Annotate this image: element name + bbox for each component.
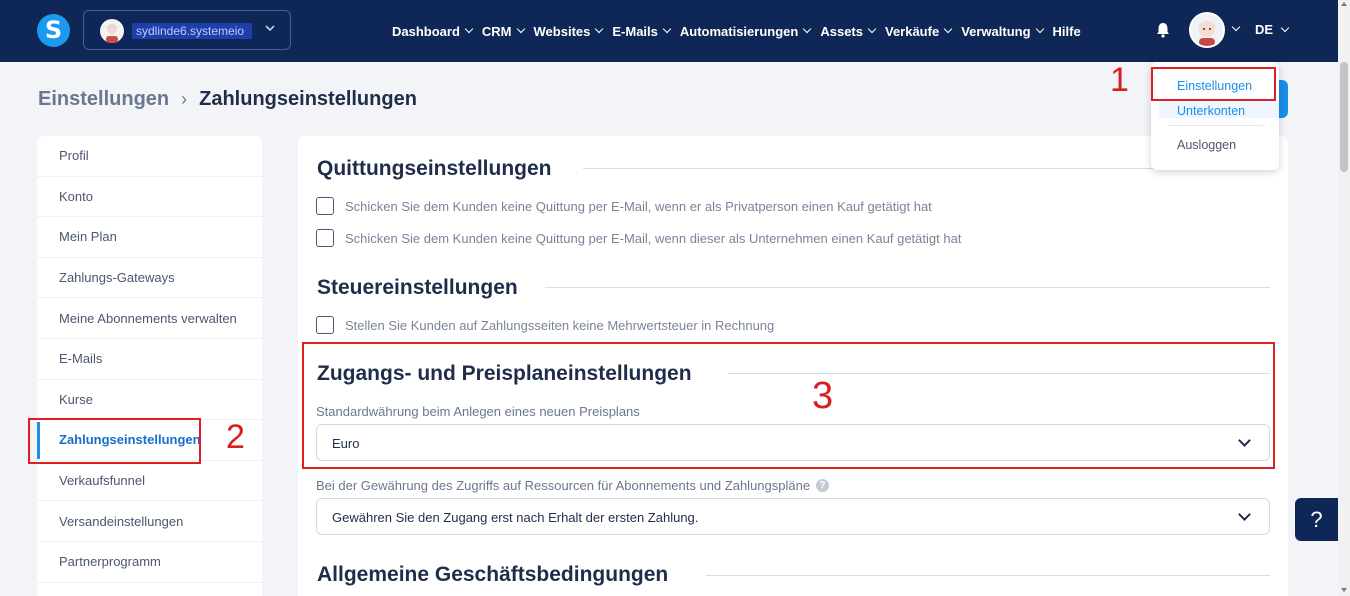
sidebar-item-profile[interactable]: Profil bbox=[37, 136, 262, 177]
tax-option-no-vat[interactable]: Stellen Sie Kunden auf Zahlungsseiten ke… bbox=[316, 316, 774, 334]
nav-label: CRM bbox=[481, 23, 512, 39]
checkbox-label: Stellen Sie Kunden auf Zahlungsseiten ke… bbox=[345, 317, 775, 333]
page-scrollbar[interactable] bbox=[1338, 0, 1350, 596]
sidebar-item-courses[interactable]: Kurse bbox=[37, 380, 262, 421]
checkbox-label: Schicken Sie dem Kunden keine Quittung p… bbox=[345, 198, 932, 214]
menu-item-logout[interactable]: Ausloggen bbox=[1177, 138, 1236, 152]
access-label: Bei der Gewährung des Zugriffs auf Resso… bbox=[316, 478, 830, 493]
account-name: sydlinde6.systemeio bbox=[132, 23, 252, 39]
sidebar-item-label: Profil bbox=[59, 148, 89, 164]
nav-administration[interactable]: Verwaltung bbox=[961, 23, 1044, 39]
annotation-number-3: 3 bbox=[812, 375, 834, 417]
chevron-down-icon bbox=[595, 24, 604, 34]
annotation-number-2: 2 bbox=[226, 418, 245, 456]
account-avatar-icon bbox=[100, 19, 124, 43]
nav-label: Websites bbox=[533, 23, 591, 39]
systeme-logo[interactable]: S bbox=[37, 14, 70, 47]
terms-section-title: Allgemeine Geschäftsbedingungen bbox=[317, 563, 669, 586]
access-value: Gewähren Sie den Zugang erst nach Erhalt… bbox=[332, 510, 699, 525]
breadcrumb: Einstellungen › Zahlungseinstellungen bbox=[38, 88, 417, 111]
annotation-box-1 bbox=[1151, 67, 1276, 101]
sidebar-item-affiliate[interactable]: Partnerprogramm bbox=[37, 542, 262, 583]
chevron-down-icon bbox=[264, 21, 276, 37]
nav-label: Verkäufe bbox=[884, 23, 940, 39]
receipt-option-business[interactable]: Schicken Sie dem Kunden keine Quittung p… bbox=[316, 229, 961, 247]
sidebar-item-payment-gateways[interactable]: Zahlungs-Gateways bbox=[37, 258, 262, 299]
nav-label: Automatisierungen bbox=[679, 23, 799, 39]
sidebar-item-label: Konto bbox=[59, 188, 93, 204]
nav-websites[interactable]: Websites bbox=[533, 23, 604, 39]
sidebar-item-plan[interactable]: Mein Plan bbox=[37, 217, 262, 258]
nav-dashboard[interactable]: Dashboard bbox=[392, 23, 474, 39]
scroll-up-icon[interactable] bbox=[1341, 2, 1347, 6]
checkbox[interactable] bbox=[316, 229, 334, 247]
sidebar-item-label: Kurse bbox=[59, 391, 93, 407]
chevron-down-icon[interactable] bbox=[1231, 22, 1241, 32]
breadcrumb-parent[interactable]: Einstellungen bbox=[38, 88, 169, 111]
sidebar-item-label: Verkaufsfunnel bbox=[59, 473, 146, 489]
scrollbar-thumb[interactable] bbox=[1340, 62, 1348, 172]
chevron-down-icon bbox=[1280, 23, 1290, 32]
nav-sales[interactable]: Verkäufe bbox=[884, 23, 953, 39]
scroll-down-icon[interactable] bbox=[1341, 588, 1347, 592]
account-switcher[interactable]: sydlinde6.systemeio bbox=[83, 10, 291, 50]
menu-divider bbox=[1168, 125, 1263, 126]
chevron-down-icon bbox=[516, 24, 525, 34]
user-avatar[interactable] bbox=[1189, 12, 1225, 48]
nav-label: Dashboard bbox=[392, 23, 460, 39]
nav-assets[interactable]: Assets bbox=[820, 23, 877, 39]
access-select[interactable]: Gewähren Sie den Zugang erst nach Erhalt… bbox=[316, 498, 1270, 535]
checkbox[interactable] bbox=[316, 197, 334, 215]
sidebar-item-label: Versandeinstellungen bbox=[59, 513, 184, 529]
tax-section-title: Steuereinstellungen bbox=[317, 276, 518, 299]
section-divider bbox=[545, 287, 1270, 288]
checkbox[interactable] bbox=[316, 316, 334, 334]
sidebar-item-account[interactable]: Konto bbox=[37, 177, 262, 218]
nav-automations[interactable]: Automatisierungen bbox=[679, 23, 812, 39]
menu-item-subaccounts[interactable]: Unterkonten bbox=[1177, 104, 1245, 118]
sidebar-item-label: Meine Abonnements verwalten bbox=[59, 310, 237, 326]
receipt-option-private[interactable]: Schicken Sie dem Kunden keine Quittung p… bbox=[316, 197, 932, 215]
main-nav: Dashboard CRM Websites E-Mails Automatis… bbox=[392, 20, 1091, 42]
help-icon[interactable]: ? bbox=[816, 479, 830, 492]
nav-label: Assets bbox=[820, 23, 863, 39]
sidebar-item-label: Zahlungs-Gateways bbox=[59, 270, 175, 286]
chevron-down-icon bbox=[1238, 508, 1251, 521]
sidebar-item-label: E-Mails bbox=[59, 351, 103, 367]
sidebar-item-funnels[interactable]: Verkaufsfunnel bbox=[37, 461, 262, 502]
language-selector[interactable]: DE bbox=[1255, 22, 1290, 37]
top-navigation-bar: S sydlinde6.systemeio Dashboard CRM Webs… bbox=[0, 0, 1338, 62]
annotation-number-1: 1 bbox=[1110, 61, 1129, 99]
sidebar-item-emails[interactable]: E-Mails bbox=[37, 339, 262, 380]
chevron-down-icon bbox=[464, 24, 474, 34]
chevron-right-icon: › bbox=[181, 89, 188, 109]
sidebar-item-shipping[interactable]: Versandeinstellungen bbox=[37, 501, 262, 542]
checkbox-label: Schicken Sie dem Kunden keine Quittung p… bbox=[345, 230, 962, 246]
annotation-box-2 bbox=[28, 418, 201, 464]
nav-crm[interactable]: CRM bbox=[481, 23, 525, 39]
settings-sidebar: Profil Konto Mein Plan Zahlungs-Gateways… bbox=[37, 136, 262, 596]
nav-emails[interactable]: E-Mails bbox=[612, 23, 672, 39]
chevron-down-icon bbox=[803, 24, 812, 34]
nav-label: E-Mails bbox=[612, 23, 658, 39]
nav-label: Verwaltung bbox=[961, 23, 1031, 39]
chevron-down-icon bbox=[1035, 24, 1044, 34]
bell-icon[interactable] bbox=[1156, 22, 1170, 38]
access-label-text: Bei der Gewährung des Zugriffs auf Resso… bbox=[316, 478, 811, 493]
chevron-down-icon bbox=[943, 24, 953, 34]
section-divider bbox=[706, 575, 1270, 576]
nav-help[interactable]: Hilfe bbox=[1053, 24, 1081, 39]
sidebar-item-subscriptions[interactable]: Meine Abonnements verwalten bbox=[37, 298, 262, 339]
annotation-box-3 bbox=[302, 342, 1275, 469]
chevron-down-icon bbox=[867, 24, 877, 34]
receipt-section-title: Quittungseinstellungen bbox=[317, 157, 552, 180]
page-title: Zahlungseinstellungen bbox=[199, 88, 417, 110]
sidebar-item-label: Mein Plan bbox=[59, 229, 117, 245]
language-label: DE bbox=[1255, 22, 1274, 37]
help-chat-button[interactable]: ? bbox=[1295, 498, 1338, 541]
chevron-down-icon bbox=[662, 24, 672, 34]
sidebar-item-label: Partnerprogramm bbox=[59, 554, 161, 570]
nav-label: Hilfe bbox=[1052, 23, 1081, 39]
